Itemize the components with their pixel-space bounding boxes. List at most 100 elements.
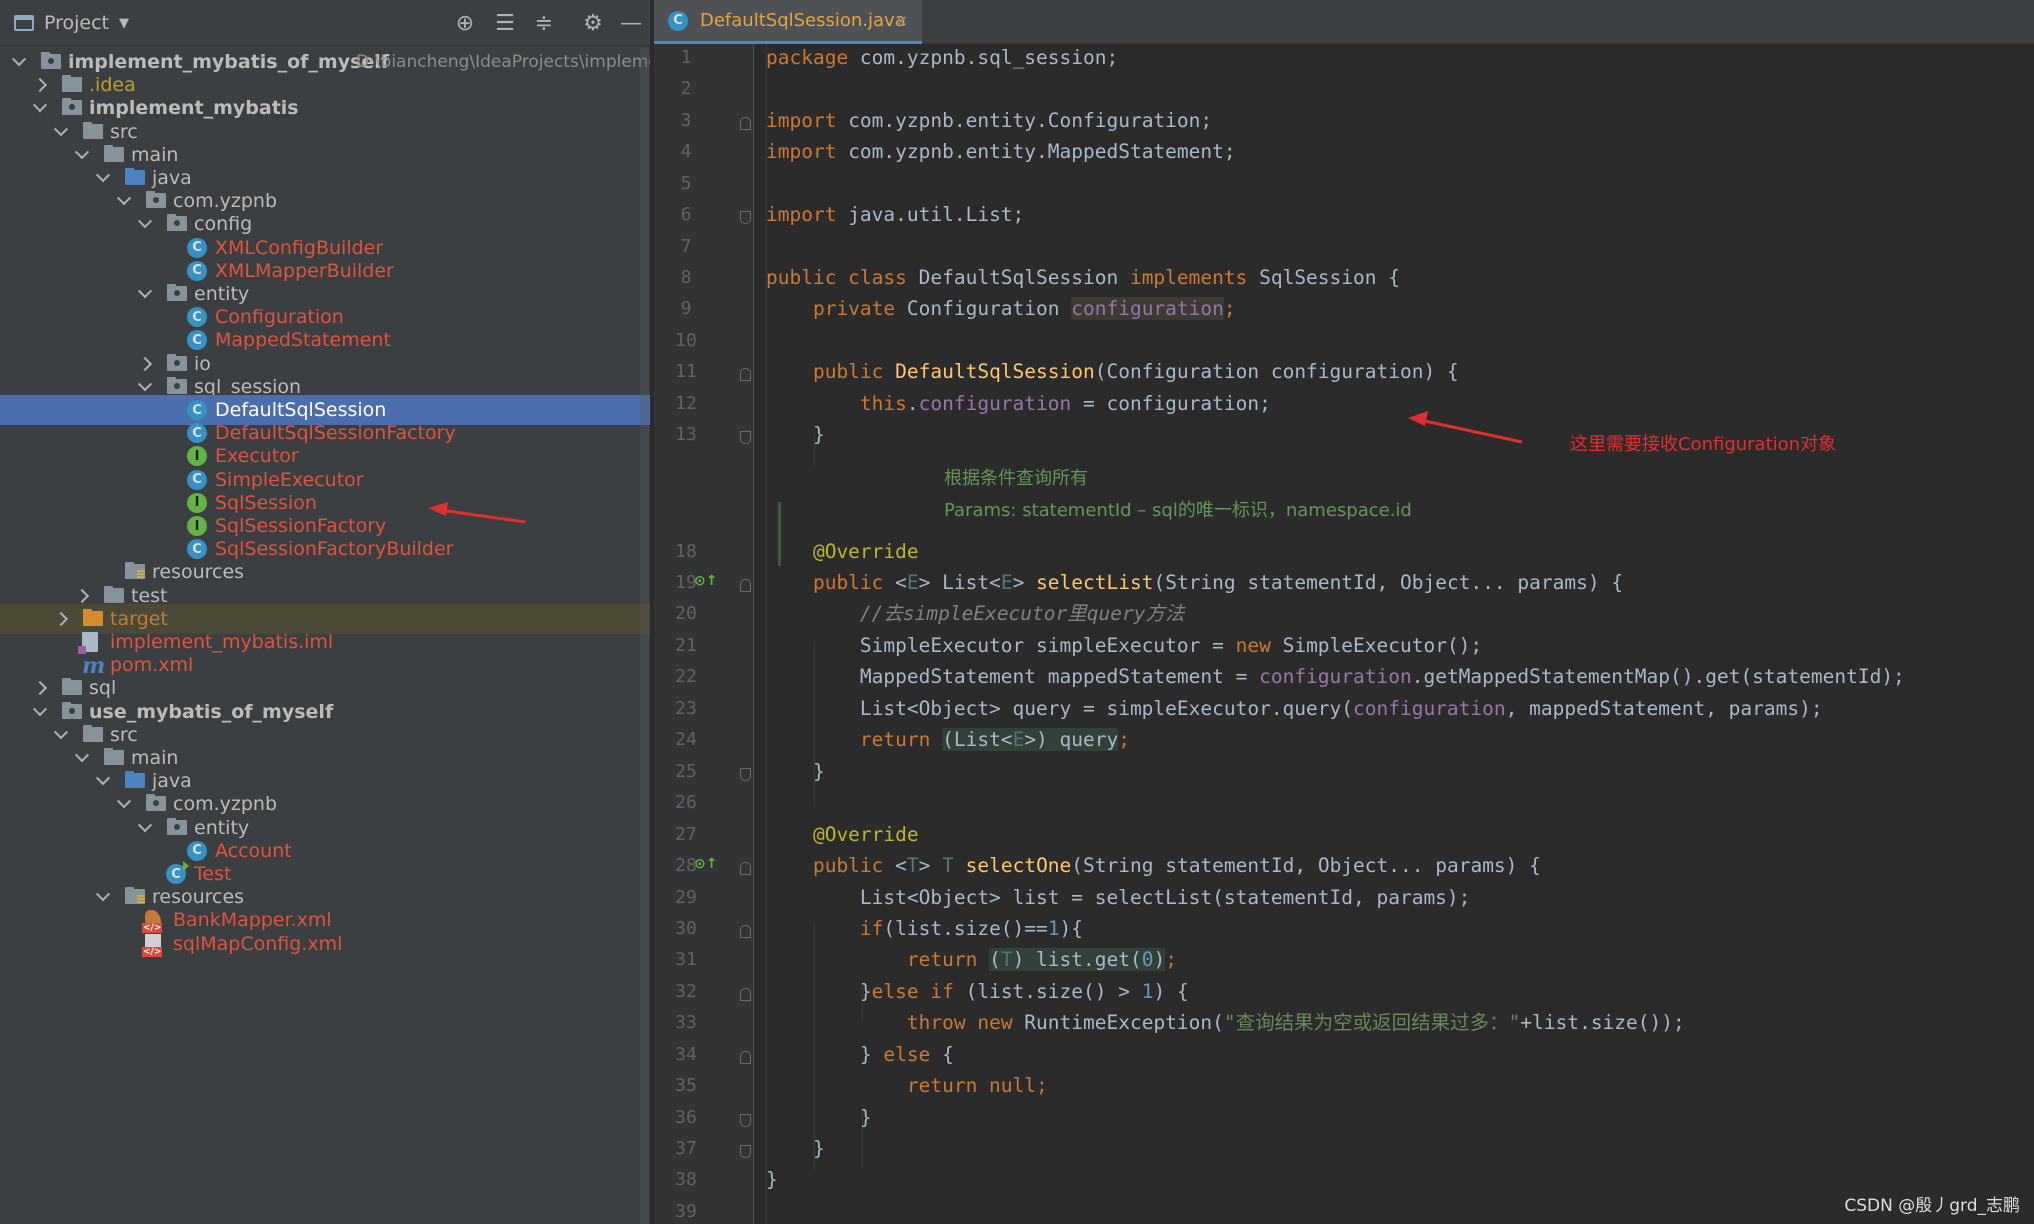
class-icon bbox=[187, 469, 207, 490]
interface-icon bbox=[187, 492, 207, 513]
folder-icon bbox=[82, 723, 104, 745]
chevron-down-icon[interactable] bbox=[117, 194, 131, 208]
source-folder-icon bbox=[124, 166, 146, 188]
code-line-24: return (List<E>) query; bbox=[766, 728, 1130, 751]
project-view-selector[interactable]: Project ▼ bbox=[14, 8, 129, 38]
class-icon bbox=[187, 400, 207, 420]
runnable-class-icon bbox=[166, 861, 189, 884]
line-number[interactable]: 37 bbox=[654, 1138, 718, 1159]
tree-scrollbar[interactable] bbox=[640, 48, 649, 1224]
line-number[interactable]: 13 bbox=[654, 424, 718, 445]
line-number[interactable]: 7 bbox=[654, 236, 718, 257]
chevron-down-icon[interactable] bbox=[117, 797, 131, 811]
package-icon bbox=[166, 352, 188, 374]
line-number[interactable]: 25 bbox=[654, 761, 718, 782]
tree-item-label: sqlMapConfig.xml bbox=[173, 932, 343, 955]
class-icon bbox=[187, 260, 207, 281]
chevron-down-icon[interactable] bbox=[54, 728, 68, 742]
line-number[interactable]: 8 bbox=[654, 267, 718, 288]
implements-method-icon[interactable]: ⊙↑ bbox=[694, 573, 717, 589]
line-number[interactable]: 38 bbox=[654, 1169, 718, 1190]
chevron-down-icon[interactable] bbox=[54, 125, 68, 139]
interface-icon bbox=[187, 516, 207, 536]
package-icon bbox=[166, 212, 188, 234]
code-line-22: MappedStatement mappedStatement = config… bbox=[766, 665, 1905, 688]
chevron-down-icon[interactable] bbox=[138, 821, 152, 835]
chevron-down-icon[interactable] bbox=[75, 751, 89, 765]
chevron-down-icon[interactable] bbox=[138, 380, 152, 394]
line-number[interactable]: 3 bbox=[654, 110, 718, 131]
watermark: CSDN @殷丿grd_志鹏 bbox=[1844, 1196, 2020, 1216]
line-number[interactable]: 27 bbox=[654, 824, 718, 845]
chevron-right-icon[interactable] bbox=[33, 78, 47, 92]
gear-icon[interactable]: ⚙ bbox=[579, 9, 607, 37]
chevron-down-icon[interactable] bbox=[96, 171, 110, 185]
line-number[interactable]: 18 bbox=[654, 541, 718, 562]
chevron-down-icon[interactable] bbox=[33, 705, 47, 719]
tree-item-sqlmapconfig-xml[interactable]: sqlMapConfig.xml bbox=[0, 929, 650, 959]
chevron-down-icon[interactable] bbox=[12, 55, 26, 69]
project-panel-header: Project ▼ ⊕ ☰ ≑ ⚙ — bbox=[0, 0, 650, 46]
line-number[interactable]: 20 bbox=[654, 603, 718, 624]
chevron-right-icon[interactable] bbox=[54, 612, 68, 626]
chevron-right-icon[interactable] bbox=[138, 357, 152, 371]
line-number[interactable]: 39 bbox=[654, 1201, 718, 1222]
line-number[interactable]: 26 bbox=[654, 792, 718, 813]
code-line-27: @Override bbox=[766, 823, 919, 846]
code-editor: DefaultSqlSession.java ✕ 123456789101112… bbox=[654, 0, 2034, 1224]
code-line-28: public <T> T selectOne(String statementI… bbox=[766, 854, 1541, 877]
line-number[interactable]: 31 bbox=[654, 949, 718, 970]
code-line-21: SimpleExecutor simpleExecutor = new Simp… bbox=[766, 634, 1483, 657]
chevron-down-icon[interactable] bbox=[96, 890, 110, 904]
collapse-all-icon[interactable]: ≑ bbox=[530, 9, 558, 37]
expand-all-icon[interactable]: ☰ bbox=[491, 9, 519, 37]
line-number[interactable]: 5 bbox=[654, 173, 718, 194]
implements-method-icon[interactable]: ⊙↑ bbox=[694, 856, 717, 872]
line-number[interactable]: 33 bbox=[654, 1012, 718, 1033]
chevron-down-icon[interactable] bbox=[138, 287, 152, 301]
chevron-down-icon[interactable] bbox=[75, 148, 89, 162]
xml-file-icon bbox=[142, 933, 163, 957]
class-icon bbox=[187, 840, 207, 861]
code-line-18: @Override bbox=[766, 540, 919, 563]
line-number[interactable]: 21 bbox=[654, 635, 718, 656]
code-line-23: List<Object> query = simpleExecutor.quer… bbox=[766, 697, 1823, 720]
line-number[interactable]: 35 bbox=[654, 1075, 718, 1096]
line-number[interactable]: 6 bbox=[654, 204, 718, 225]
line-number[interactable]: 12 bbox=[654, 393, 718, 414]
close-icon[interactable]: ✕ bbox=[895, 12, 908, 31]
module-folder-icon bbox=[61, 700, 83, 722]
code-area[interactable]: package com.yzpnb.sql_session; import co… bbox=[754, 44, 2034, 1224]
class-icon bbox=[187, 423, 207, 444]
line-number[interactable]: 32 bbox=[654, 981, 718, 1002]
chevron-right-icon[interactable] bbox=[75, 589, 89, 603]
class-icon bbox=[668, 10, 688, 31]
code-line-33: throw new RuntimeException("查询结果为空或返回结果过… bbox=[766, 1011, 1685, 1034]
locate-icon[interactable]: ⊕ bbox=[451, 9, 479, 37]
line-number[interactable]: 9 bbox=[654, 298, 718, 319]
code-line-4: import com.yzpnb.entity.MappedStatement; bbox=[766, 140, 1236, 163]
editor-tab-defaultsqlsession[interactable]: DefaultSqlSession.java ✕ bbox=[654, 0, 922, 44]
line-number[interactable]: 4 bbox=[654, 141, 718, 162]
mybatis-xml-icon bbox=[142, 910, 163, 934]
chevron-right-icon[interactable] bbox=[33, 681, 47, 695]
line-number[interactable]: 10 bbox=[654, 330, 718, 351]
chevron-down-icon[interactable] bbox=[33, 101, 47, 115]
line-number[interactable]: 36 bbox=[654, 1107, 718, 1128]
code-line-12: this.configuration = configuration; bbox=[766, 392, 1271, 415]
line-number[interactable]: 23 bbox=[654, 698, 718, 719]
line-number[interactable]: 22 bbox=[654, 666, 718, 687]
line-number[interactable]: 2 bbox=[654, 78, 718, 99]
line-number[interactable]: 34 bbox=[654, 1044, 718, 1065]
line-number[interactable]: 1 bbox=[654, 47, 718, 68]
line-number[interactable]: 24 bbox=[654, 729, 718, 750]
minimize-icon[interactable]: — bbox=[617, 9, 645, 37]
code-line-29: List<Object> list = selectList(statement… bbox=[766, 886, 1471, 909]
line-number[interactable]: 11 bbox=[654, 361, 718, 382]
line-number[interactable]: 30 bbox=[654, 918, 718, 939]
chevron-down-icon[interactable] bbox=[138, 217, 152, 231]
module-folder-icon bbox=[61, 96, 83, 118]
line-number[interactable]: 29 bbox=[654, 887, 718, 908]
class-icon bbox=[187, 237, 207, 258]
chevron-down-icon[interactable] bbox=[96, 774, 110, 788]
